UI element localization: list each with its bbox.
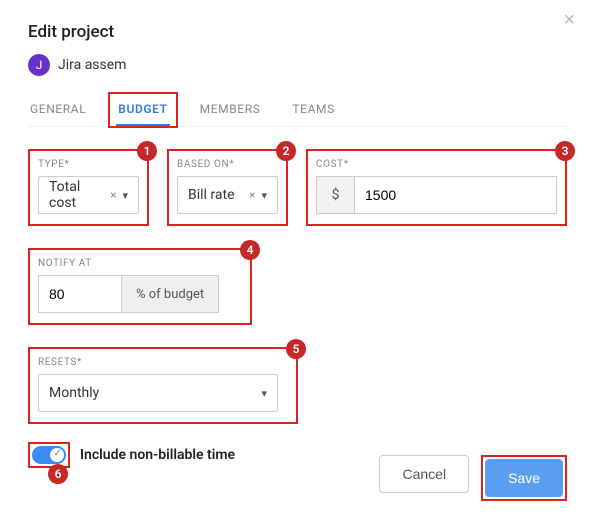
type-field-group: 1 TYPE* Total cost × ▾: [28, 149, 149, 226]
dialog-title: Edit project: [28, 22, 567, 42]
type-value: Total cost: [49, 179, 110, 211]
tab-members[interactable]: MEMBERS: [198, 94, 263, 126]
resets-select[interactable]: Monthly ▾: [38, 374, 278, 412]
project-name: Jira assem: [58, 57, 126, 73]
type-select[interactable]: Total cost × ▾: [38, 176, 139, 214]
currency-symbol: $: [316, 176, 354, 214]
chevron-down-icon: ▾: [261, 387, 267, 400]
cost-field-group: 3 COST* $: [306, 149, 567, 226]
resets-label: RESETS*: [38, 357, 288, 368]
dialog-actions: Cancel Save: [379, 455, 567, 501]
chevron-down-icon: ▾: [122, 189, 128, 202]
resets-value: Monthly: [49, 385, 261, 401]
basedon-select[interactable]: Bill rate × ▾: [177, 176, 278, 214]
resets-field-group: 5 RESETS* Monthly ▾: [28, 347, 298, 424]
save-button[interactable]: Save: [485, 459, 563, 497]
notify-label: NOTIFY AT: [38, 258, 242, 269]
tabs: GENERAL BUDGET MEMBERS TEAMS: [28, 94, 567, 127]
notify-suffix: % of budget: [122, 275, 219, 313]
cost-input[interactable]: [354, 176, 557, 214]
marker-1: 1: [137, 141, 157, 161]
marker-4: 4: [240, 240, 260, 260]
notify-input[interactable]: [38, 275, 122, 313]
include-nonbillable-label: Include non-billable time: [80, 447, 235, 463]
notify-field-group: 4 NOTIFY AT % of budget: [28, 248, 252, 325]
tab-general[interactable]: GENERAL: [28, 94, 88, 126]
type-label: TYPE*: [38, 159, 139, 170]
include-nonbillable-toggle[interactable]: ✓: [32, 446, 66, 464]
edit-project-dialog: × Edit project J Jira assem GENERAL BUDG…: [0, 0, 595, 490]
chevron-down-icon: ▾: [261, 189, 267, 202]
tab-budget[interactable]: BUDGET: [116, 94, 169, 126]
basedon-label: BASED ON*: [177, 159, 278, 170]
cancel-button[interactable]: Cancel: [379, 455, 469, 493]
marker-2: 2: [276, 141, 296, 161]
avatar: J: [28, 54, 50, 76]
clear-icon[interactable]: ×: [249, 188, 255, 202]
basedon-value: Bill rate: [188, 187, 249, 203]
tab-teams[interactable]: TEAMS: [290, 94, 336, 126]
marker-5: 5: [286, 339, 306, 359]
basedon-field-group: 2 BASED ON* Bill rate × ▾: [167, 149, 288, 226]
close-icon[interactable]: ×: [557, 8, 581, 33]
marker-3: 3: [555, 141, 575, 161]
clear-icon[interactable]: ×: [110, 188, 116, 202]
marker-6: 6: [48, 464, 68, 484]
project-row: J Jira assem: [28, 54, 567, 76]
cost-label: COST*: [316, 159, 557, 170]
